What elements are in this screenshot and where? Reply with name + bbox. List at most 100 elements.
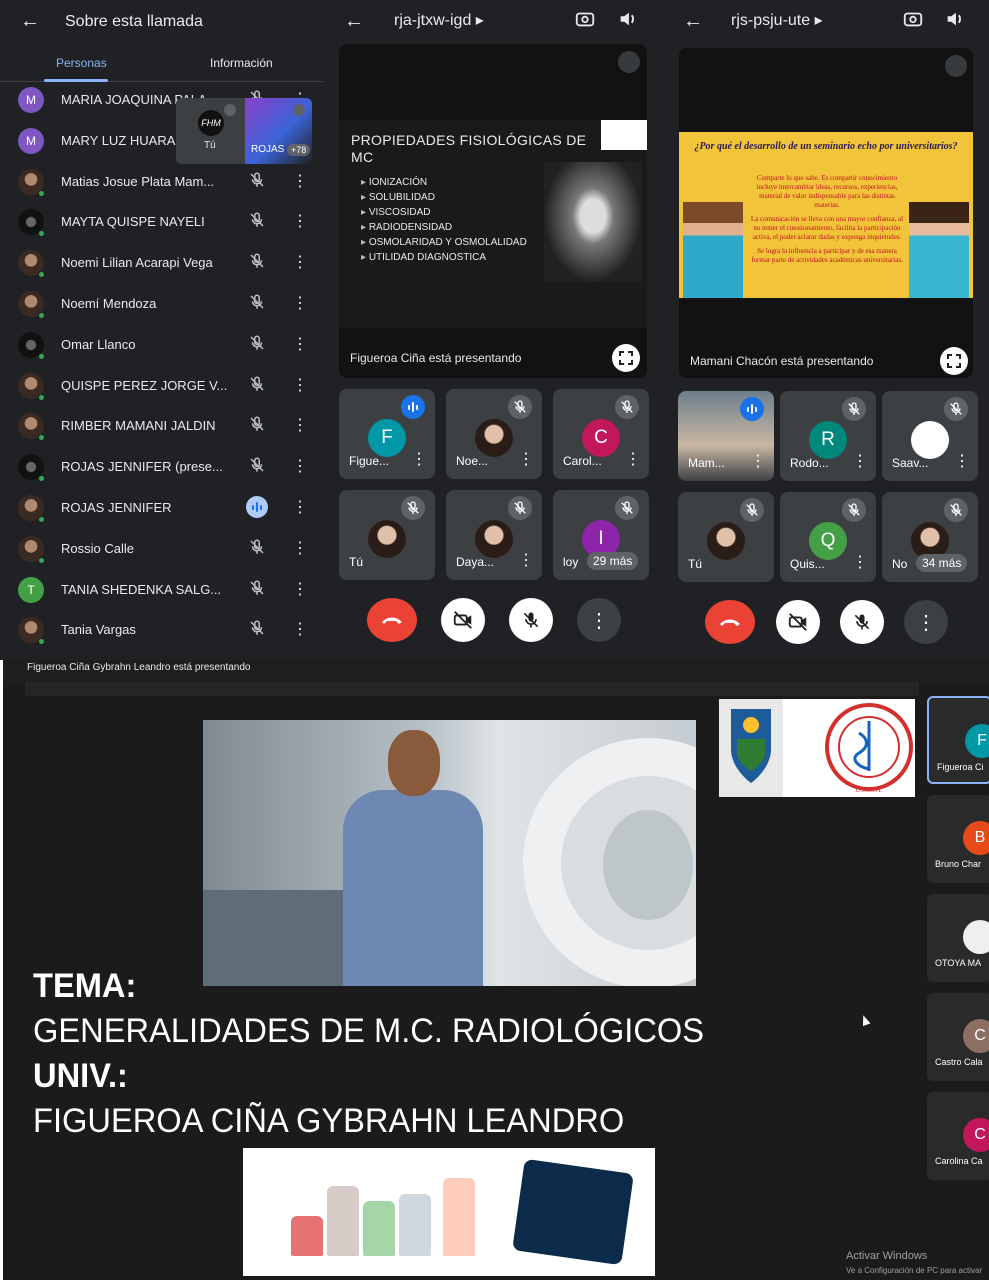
participant-avatar — [475, 419, 513, 457]
participant-name: RIMBER MAMANI JALDIN — [61, 418, 216, 434]
mic-off-icon — [508, 496, 532, 520]
more-options-icon[interactable]: ⋮ — [852, 451, 868, 471]
fullscreen-icon[interactable] — [940, 347, 968, 375]
participant-tile[interactable]: C Carol... ⋮ — [553, 389, 649, 479]
participant-avatar — [707, 522, 745, 560]
more-options-icon[interactable]: ⋮ — [292, 539, 308, 559]
presentation-stage[interactable]: PROPIEDADES FISIOLÓGICAS DE MC IONIZACIÓ… — [339, 44, 647, 378]
more-options-icon[interactable]: ⋮ — [292, 620, 308, 640]
self-tile: FHM Tú — [176, 98, 244, 164]
slide-bullet: OSMOLARIDAD Y OSMOLALIDAD — [361, 235, 527, 250]
more-options-icon[interactable]: ⋮ — [292, 294, 308, 314]
university-logos: U.M.S.A. — [719, 699, 915, 797]
participant-tile[interactable]: R Rodo... ⋮ — [780, 391, 876, 481]
more-options-button[interactable]: ⋮ — [904, 600, 948, 644]
radiology-photo — [203, 720, 696, 986]
participant-tile[interactable]: F Figue... ⋮ — [339, 389, 435, 479]
participant-tile[interactable]: Daya... ⋮ — [446, 490, 542, 580]
more-options-icon[interactable]: ⋮ — [411, 449, 427, 469]
mic-off-button[interactable] — [840, 600, 884, 644]
participant-row[interactable]: T TANIA SHEDENKA SALG... ⋮ — [0, 570, 324, 610]
more-options-icon[interactable]: ⋮ — [292, 253, 308, 273]
camera-off-button[interactable] — [441, 598, 485, 642]
participant-row[interactable]: Matias Josue Plata Mam... ⋮ — [0, 162, 324, 202]
participant-tile[interactable]: Mam... ⋮ — [678, 391, 774, 481]
more-options-icon[interactable]: ⋮ — [292, 376, 308, 396]
fullscreen-icon[interactable] — [612, 344, 640, 372]
switch-camera-icon[interactable] — [902, 8, 924, 30]
participant-tile[interactable]: Tú — [678, 492, 774, 582]
participant-tile[interactable]: B Bruno Char — [927, 795, 989, 883]
participant-avatar: C — [963, 1118, 989, 1152]
back-arrow-icon[interactable]: ← — [20, 10, 40, 33]
speaking-indicator-icon — [401, 395, 425, 419]
participant-tile[interactable]: Noe... ⋮ — [446, 389, 542, 479]
tab-personas[interactable]: Personas — [56, 56, 107, 70]
shared-slide[interactable]: U.M.S.A. TEMA: GENERALIDADES DE M.C. RAD… — [25, 696, 919, 1276]
switch-camera-icon[interactable] — [574, 8, 596, 30]
participant-tile[interactable]: Iloy 29 más — [553, 490, 649, 580]
more-options-icon[interactable]: ⋮ — [518, 550, 534, 570]
participant-row[interactable]: ROJAS JENNIFER ⋮ — [0, 488, 324, 528]
participant-tile[interactable]: Tú — [339, 490, 435, 580]
participant-row[interactable]: Omar Llanco ⋮ — [0, 325, 324, 365]
participant-row[interactable]: ROJAS JENNIFER (prese... ⋮ — [0, 447, 324, 487]
participant-row[interactable]: Tania Vargas ⋮ — [0, 610, 324, 650]
participant-row[interactable]: MAYTA QUISPE NAYELI ⋮ — [0, 202, 324, 242]
more-options-icon[interactable]: ⋮ — [292, 335, 308, 355]
participant-tile[interactable]: C Carolina Ca — [927, 1092, 989, 1180]
online-status-dot — [38, 516, 45, 523]
more-options-button[interactable]: ⋮ — [577, 598, 621, 642]
more-options-icon[interactable]: ⋮ — [625, 449, 641, 469]
participant-tile[interactable]: Saav... ⋮ — [882, 391, 978, 481]
university-logo — [601, 120, 647, 150]
more-options-icon[interactable]: ⋮ — [852, 552, 868, 572]
end-call-button[interactable] — [705, 600, 755, 644]
shared-slide: ¿Por qué el desarrollo de un seminario e… — [679, 132, 973, 298]
participant-row[interactable]: QUISPE PEREZ JORGE V... ⋮ — [0, 366, 324, 406]
mic-off-icon — [248, 171, 266, 191]
meeting-code[interactable]: rjs-psju-ute ▸ — [731, 10, 823, 30]
participant-row[interactable]: RIMBER MAMANI JALDIN ⋮ — [0, 406, 324, 446]
floating-self-view[interactable]: FHM Tú ROJAS +78 — [176, 98, 312, 164]
online-status-dot — [38, 393, 45, 401]
presentation-stage[interactable]: ¿Por qué el desarrollo de un seminario e… — [679, 48, 973, 378]
speaker-icon[interactable] — [617, 8, 639, 30]
end-call-button[interactable] — [367, 598, 417, 642]
panel-header: ← Sobre esta llamada — [0, 0, 324, 44]
more-options-icon[interactable]: ⋮ — [292, 212, 308, 232]
desktop-presentation-view: Figueroa Ciña Gybrahn Leandro está prese… — [0, 660, 989, 1280]
meeting-code[interactable]: rja-jtxw-igd ▸ — [394, 10, 484, 30]
online-status-dot — [38, 312, 45, 319]
more-options-icon[interactable]: ⋮ — [292, 498, 308, 518]
back-arrow-icon[interactable]: ← — [344, 10, 364, 33]
participant-tile[interactable]: F Figueroa Ci — [927, 696, 989, 784]
participant-tile[interactable]: Q Quis... ⋮ — [780, 492, 876, 582]
mic-off-button[interactable] — [509, 598, 553, 642]
more-options-icon[interactable]: ⋮ — [292, 457, 308, 477]
more-options-icon[interactable]: ⋮ — [750, 451, 766, 471]
participant-name: OTOYA MA — [935, 958, 982, 968]
more-options-icon[interactable]: ⋮ — [518, 449, 534, 469]
tab-informacion[interactable]: Información — [210, 56, 273, 70]
participant-row[interactable]: Noemi Lilian Acarapi Vega ⋮ — [0, 243, 324, 283]
participant-tile[interactable]: OTOYA MA — [927, 894, 989, 982]
participant-tile[interactable]: C Castro Cala — [927, 993, 989, 1081]
participant-name: Omar Llanco — [61, 336, 136, 352]
vial — [327, 1186, 359, 1256]
participant-row[interactable]: Rossio Calle ⋮ — [0, 529, 324, 569]
participant-name: Tú — [349, 555, 364, 569]
contrast-media-image — [243, 1148, 655, 1276]
more-options-icon[interactable]: ⋮ — [292, 416, 308, 436]
online-status-dot — [38, 189, 45, 197]
speaker-icon[interactable] — [944, 8, 966, 30]
meet-view-1: ← rja-jtxw-igd ▸ PROPIEDADES FISIOLÓGICA… — [324, 0, 663, 660]
participant-row[interactable]: Noemí Mendoza ⋮ — [0, 284, 324, 324]
presenting-label: Mamani Chacón está presentando — [690, 354, 874, 368]
more-options-icon[interactable]: ⋮ — [954, 451, 970, 471]
more-options-icon[interactable]: ⋮ — [292, 172, 308, 192]
more-options-icon[interactable]: ⋮ — [292, 580, 308, 600]
camera-off-button[interactable] — [776, 600, 820, 644]
back-arrow-icon[interactable]: ← — [683, 10, 703, 33]
participant-tile[interactable]: No 34 más — [882, 492, 978, 582]
